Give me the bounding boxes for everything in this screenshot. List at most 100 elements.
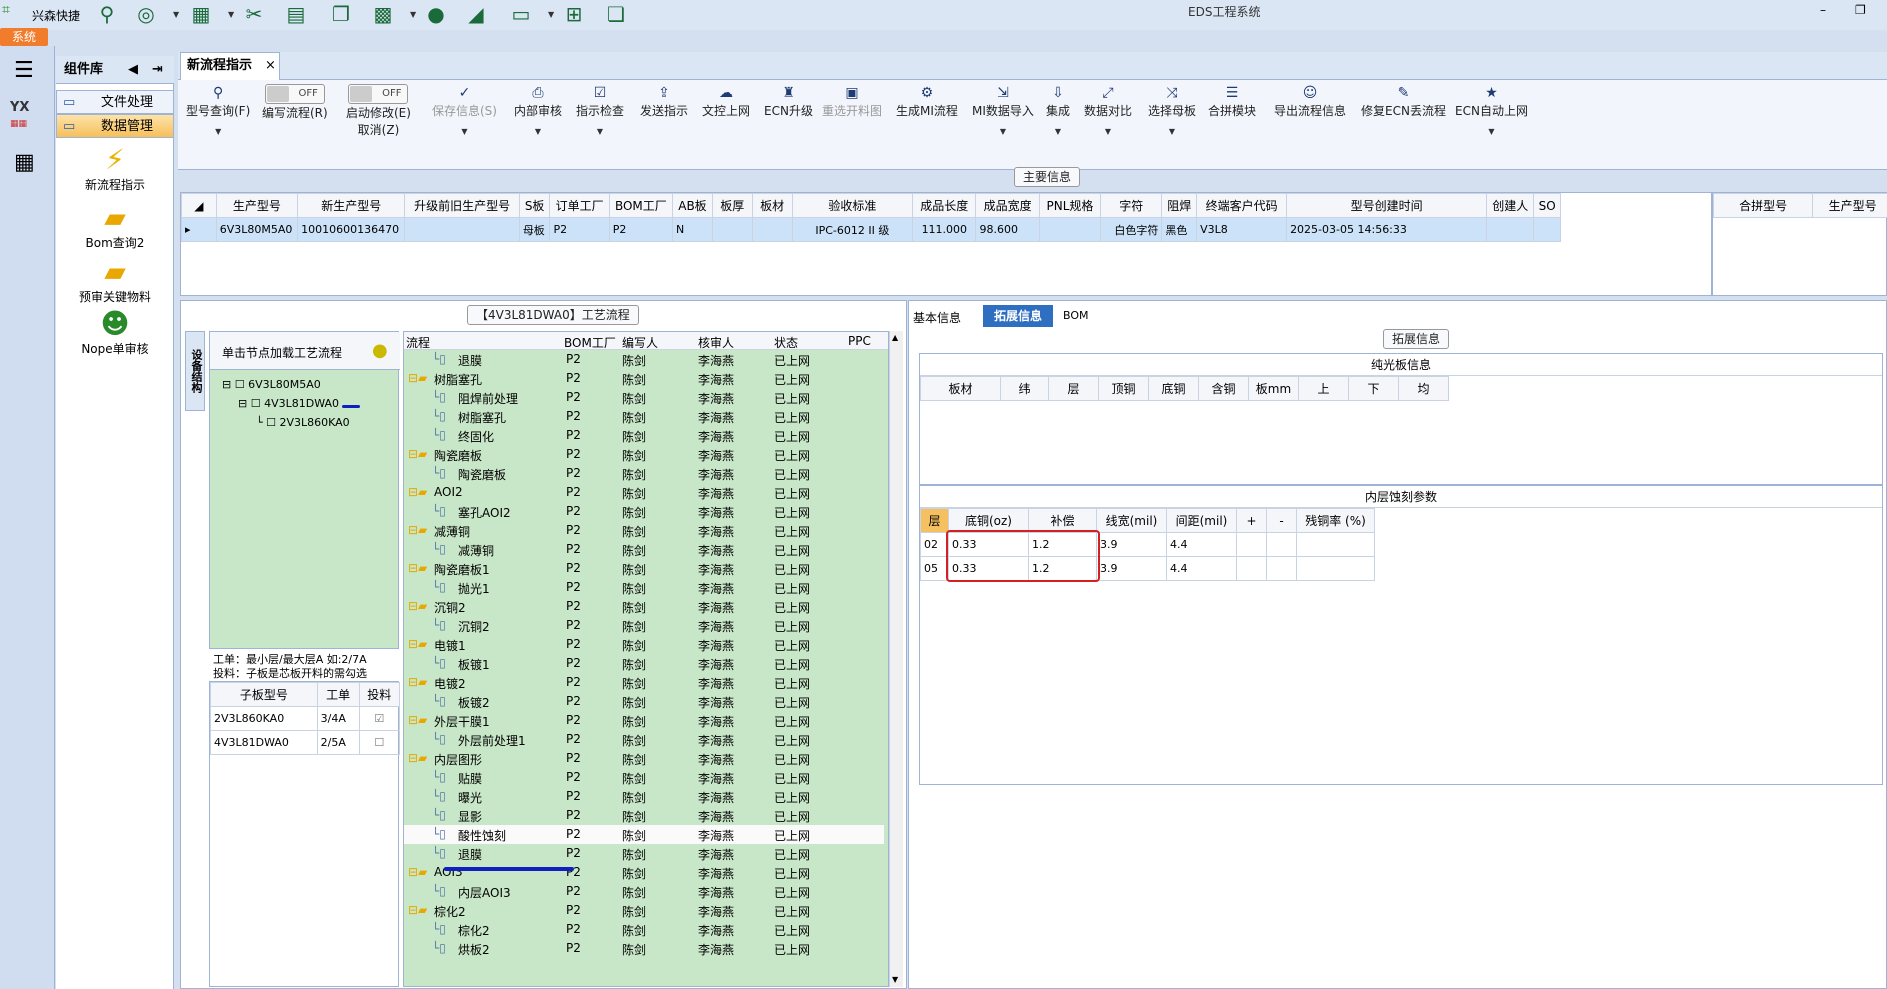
column-header[interactable]: + [1236, 508, 1267, 533]
column-header[interactable]: 子板型号 [210, 682, 318, 707]
lifebuoy-icon[interactable]: ◎ [135, 3, 157, 25]
column-header[interactable]: S板 [518, 193, 551, 218]
cell[interactable]: IPC-6012 II 级 [791, 217, 914, 242]
grid-icon[interactable]: ▩ [372, 3, 394, 25]
column-header[interactable]: 补偿 [1028, 508, 1097, 533]
process-row[interactable]: ⊟▰ 电镀1 P2 陈剑 李海燕 已上网 [404, 635, 884, 654]
table-row[interactable]: 2V3L860KA0 3/4A ☑ [210, 706, 401, 731]
process-row[interactable]: └▯ 沉铜2 P2 陈剑 李海燕 已上网 [404, 616, 884, 635]
column-header[interactable]: PNL规格 [1038, 193, 1102, 218]
cell[interactable] [1038, 217, 1102, 242]
write-flow-toggle[interactable]: OFF 编写流程(R) [262, 84, 328, 121]
column-header[interactable]: 板材 [920, 376, 1001, 401]
cell[interactable]: 6V3L80M5A0 [215, 217, 299, 242]
process-row[interactable]: ⊟▰ 减薄铜 P2 陈剑 李海燕 已上网 [404, 521, 884, 540]
process-row[interactable]: └▯ 外层前处理1 P2 陈剑 李海燕 已上网 [404, 730, 884, 749]
column-header[interactable]: 层 [1048, 376, 1099, 401]
column-header[interactable]: 成品宽度 [975, 193, 1040, 218]
column-header[interactable]: 订单工厂 [549, 193, 610, 218]
cell[interactable] [751, 217, 793, 242]
cell[interactable]: 4.4 [1166, 556, 1237, 581]
start-modify-toggle[interactable]: OFF 启动修改(E) 取消(Z) [346, 84, 411, 138]
process-row[interactable]: └▯ 减薄铜 P2 陈剑 李海燕 已上网 [404, 540, 884, 559]
process-row[interactable]: └▯ 显影 P2 陈剑 李海燕 已上网 [404, 806, 884, 825]
column-header[interactable]: 编写人 [622, 334, 658, 351]
column-header[interactable]: 状态 [774, 334, 798, 351]
process-row[interactable]: └▯ 退膜 P2 陈剑 李海燕 已上网 [404, 844, 884, 863]
column-header[interactable]: 残铜率 (%) [1296, 508, 1375, 533]
process-row[interactable]: └▯ 烘板2 P2 陈剑 李海燕 已上网 [404, 939, 884, 958]
cell[interactable] [1266, 532, 1297, 557]
checkbox-checked[interactable]: ☑ [358, 706, 401, 731]
menu-icon[interactable]: ☰ [14, 58, 34, 83]
select-mother-board-button[interactable]: ⤨ 选择母板 ▼ [1148, 84, 1196, 136]
tab-extended-info[interactable]: 拓展信息 [983, 305, 1053, 327]
cell[interactable]: 4.4 [1166, 532, 1237, 557]
internal-review-button[interactable]: ⎙ 内部审核 ▼ [514, 84, 562, 136]
integrate-button[interactable]: ⇩ 集成 ▼ [1046, 84, 1070, 136]
mi-data-import-button[interactable]: ⇲ MI数据导入 ▼ [972, 84, 1034, 136]
cell[interactable] [1533, 217, 1561, 242]
process-row[interactable]: └▯ 退膜 P2 陈剑 李海燕 已上网 [404, 350, 884, 369]
column-header[interactable]: - [1266, 508, 1297, 533]
close-icon[interactable]: × [265, 53, 276, 79]
column-header[interactable]: BOM工厂 [608, 193, 674, 218]
checkbox-unchecked[interactable]: ☐ [358, 730, 401, 755]
column-header[interactable]: 底铜 [1148, 376, 1199, 401]
doc-control-online-button[interactable]: ☁ 文控上网 [702, 84, 750, 119]
tab-device-structure[interactable]: 设备结构 [185, 331, 205, 411]
tree-node[interactable]: ⊟ ☐ 6V3L80M5A0 [222, 378, 321, 391]
table-row[interactable]: ▸ 6V3L80M5A0 10010600136470 母板 P2 P2 N I… [181, 217, 1561, 242]
column-header[interactable]: 创建人 [1486, 193, 1535, 218]
column-header[interactable]: 生产型号 [1812, 193, 1887, 218]
cell[interactable]: 母板 [518, 217, 551, 242]
column-header[interactable]: 终端客户代码 [1196, 193, 1288, 218]
windows-stack-icon[interactable]: ❏ [605, 3, 627, 25]
tab-basic-info[interactable]: 基本信息 [913, 309, 973, 326]
column-header[interactable]: 层 [920, 508, 949, 533]
merge-module-button[interactable]: ☰ 合拼模块 [1208, 84, 1256, 119]
send-instruction-button[interactable]: ⇪ 发送指示 [640, 84, 688, 119]
process-row[interactable]: ⊟▰ 陶瓷磨板 P2 陈剑 李海燕 已上网 [404, 445, 884, 464]
chevron-down-icon[interactable]: ▼ [173, 10, 179, 19]
column-header[interactable]: 核审人 [698, 334, 734, 351]
column-header[interactable]: AB板 [672, 193, 713, 218]
column-header[interactable]: SO [1533, 193, 1561, 218]
process-row[interactable]: └▯ 内层AOI3 P2 陈剑 李海燕 已上网 [404, 882, 884, 901]
cell[interactable] [1296, 556, 1375, 581]
process-row[interactable]: └▯ 阻焊前处理 P2 陈剑 李海燕 已上网 [404, 388, 884, 407]
pin-icon[interactable]: ⇥ [152, 56, 163, 84]
chevron-down-icon[interactable]: ▼ [410, 10, 416, 19]
scroll-up-icon[interactable]: ▲ [892, 333, 898, 342]
column-header[interactable]: 合拼型号 [1712, 193, 1814, 218]
cell[interactable] [1236, 556, 1267, 581]
cell[interactable]: 白色字符 [1100, 217, 1163, 242]
save-info-button[interactable]: ✓ 保存信息(S) ▼ [432, 84, 497, 136]
cell[interactable]: 10010600136470 [297, 217, 406, 242]
cell[interactable]: P2 [549, 217, 610, 242]
cell[interactable]: 111.000 [912, 217, 977, 242]
calculator-icon[interactable]: ▦ [14, 150, 35, 175]
cell[interactable]: 3.9 [1096, 532, 1167, 557]
column-header[interactable]: 板材 [751, 193, 793, 218]
process-row[interactable]: └▯ 抛光1 P2 陈剑 李海燕 已上网 [404, 578, 884, 597]
column-header[interactable]: 板mm [1248, 376, 1299, 401]
generate-mi-flow-button[interactable]: ⚙ 生成MI流程 [896, 84, 958, 119]
column-header[interactable]: 字符 [1100, 193, 1163, 218]
column-header[interactable]: 新生产型号 [297, 193, 406, 218]
area-chart-icon[interactable]: ◢ [465, 3, 487, 25]
process-row[interactable]: └▯ 板镀1 P2 陈剑 李海燕 已上网 [404, 654, 884, 673]
chevron-down-icon[interactable]: ▼ [548, 10, 554, 19]
cell[interactable]: V3L8 [1196, 217, 1288, 242]
cell[interactable] [711, 217, 753, 242]
column-header[interactable]: 顶铜 [1098, 376, 1149, 401]
column-header[interactable]: 含铜 [1198, 376, 1249, 401]
film-icon[interactable]: ▤ [285, 3, 307, 25]
chevron-left-icon[interactable]: ◀ [128, 56, 138, 84]
tab-bom[interactable]: BOM [1063, 309, 1089, 322]
column-header[interactable]: 底铜(oz) [948, 508, 1029, 533]
column-header[interactable]: 流程 [406, 334, 430, 351]
tab-new-flow[interactable]: 新流程指示 × [180, 52, 280, 80]
cell[interactable] [1486, 217, 1535, 242]
tool-new-flow[interactable]: ⚡ 新流程指示 [56, 144, 174, 193]
